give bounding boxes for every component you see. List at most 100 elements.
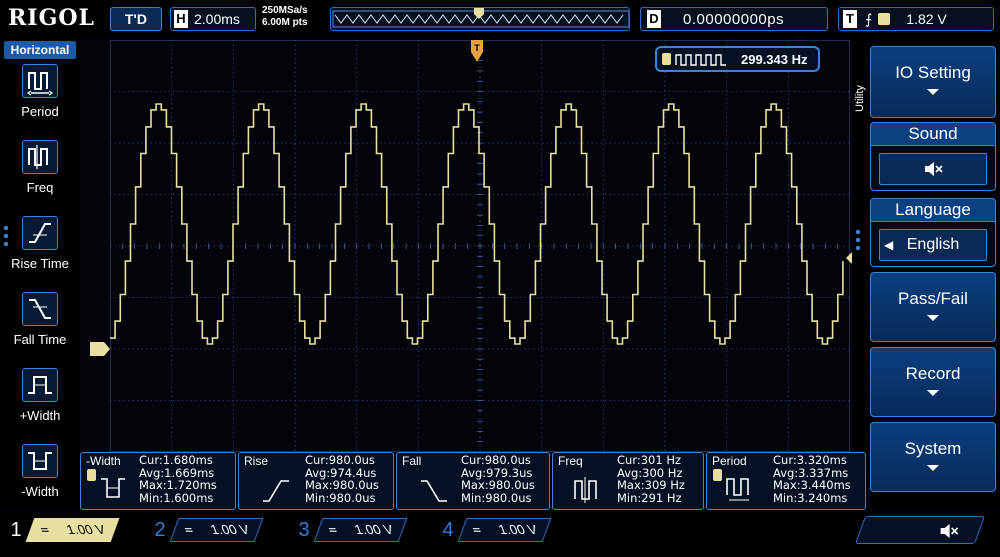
delay-value: 0.00000000ps <box>683 10 785 28</box>
channel-2-button[interactable]: 2 = 1.00 V <box>150 518 264 542</box>
chevron-left-icon: ◀ <box>884 238 894 252</box>
negative-width-icon <box>22 444 58 478</box>
coupling-icon: = <box>182 523 196 538</box>
sample-rate: 250MSa/s <box>262 5 308 16</box>
pass-fail-label: Pass/Fail <box>898 289 968 308</box>
measure-negative-width-button[interactable]: -Width <box>0 444 80 520</box>
trigger-level-display[interactable]: T ⨍ 1.82 V <box>838 7 994 31</box>
measurement-name: Rise <box>244 454 269 468</box>
measurement-maximum: Max:980.0us <box>461 478 535 492</box>
channel-1-scale: 1.00 V <box>64 522 108 537</box>
channel1-offset-marker-icon[interactable] <box>90 342 110 356</box>
rising-edge-icon: ⨍ <box>865 10 873 27</box>
period-icon <box>726 478 749 501</box>
utility-menu: Utility IO Setting Sound Language ◀ Engl… <box>852 38 1000 510</box>
square-wave-icon <box>675 54 726 66</box>
measure-positive-width-button[interactable]: +Width <box>0 368 80 444</box>
language-select[interactable]: ◀ English <box>879 229 987 261</box>
measurement-negative-width[interactable]: -Width Cur:1.680ms Avg:1.669ms Max:1.720… <box>80 452 236 510</box>
memory-depth: 6.00M pts <box>262 17 308 28</box>
coupling-icon: = <box>470 523 484 538</box>
negative-width-icon <box>101 478 125 498</box>
menu-page-dots-icon <box>3 225 9 247</box>
io-setting-label: IO Setting <box>895 63 971 82</box>
channel-3-scale: 1.00 V <box>352 522 396 537</box>
measure-fall-time-button[interactable]: Fall Time <box>0 292 80 368</box>
measure-frequency-label: Freq <box>26 180 54 195</box>
measure-fall-time-label: Fall Time <box>13 332 67 347</box>
measurement-current: Cur:980.0us <box>305 453 375 467</box>
oscilloscope-screen: RIGOL T'D H 2.00ms 250MSa/s 6.00M pts D … <box>0 0 1000 557</box>
measurement-name: Freq <box>558 454 583 468</box>
trigger-time-marker-icon[interactable]: T <box>470 40 484 64</box>
measurement-minimum: Min:3.240ms <box>773 490 848 505</box>
channel-3-button[interactable]: 3 = 1.00 V <box>294 518 408 542</box>
sound-label: Sound <box>870 122 996 146</box>
record-button[interactable]: Record <box>870 347 996 417</box>
speaker-muted-icon <box>940 524 959 538</box>
svg-text:T: T <box>474 43 480 53</box>
rise-time-icon <box>263 480 289 502</box>
positive-width-icon <box>22 368 58 402</box>
pass-fail-button[interactable]: Pass/Fail <box>870 272 996 342</box>
waveform-display[interactable] <box>110 40 850 452</box>
frequency-icon <box>22 140 58 174</box>
measurement-maximum: Max:980.0us <box>305 478 379 492</box>
trigger-tag: T <box>843 10 857 28</box>
channel-4-number: 4 <box>442 518 454 541</box>
trigger-position-marker-icon <box>474 8 484 19</box>
measurement-frequency[interactable]: Freq Cur:301 Hz Avg:300 Hz Max:309 Hz Mi… <box>552 452 704 510</box>
system-button[interactable]: System <box>870 422 996 492</box>
language-label: Language <box>870 198 996 222</box>
counter-value: 299.343 Hz <box>741 52 808 67</box>
measure-menu: Horizontal Period Freq Rise Time Fall Ti… <box>0 38 80 510</box>
brand-logo: RIGOL <box>8 5 95 31</box>
delay-display[interactable]: D 0.00000000ps <box>640 7 828 31</box>
measurement-maximum: Max:3.440ms <box>773 478 851 492</box>
measurement-minimum: Min:1.600ms <box>139 490 214 505</box>
measure-frequency-button[interactable]: Freq <box>0 140 80 216</box>
horizontal-scale-display[interactable]: H 2.00ms <box>170 7 256 31</box>
record-label: Record <box>905 364 961 383</box>
trigger-status[interactable]: T'D <box>110 7 162 31</box>
measure-positive-width-label: +Width <box>19 408 61 423</box>
rise-time-icon <box>22 216 58 250</box>
trigger-status-text: T'D <box>125 11 147 27</box>
measurement-current: Cur:1.680ms <box>139 453 213 467</box>
measurement-maximum: Max:309 Hz <box>617 478 685 492</box>
measure-period-button[interactable]: Period <box>0 64 80 140</box>
channel-1-button[interactable]: 1 = 1.00 V <box>6 518 120 542</box>
io-setting-button[interactable]: IO Setting <box>870 46 996 118</box>
measurement-maximum: Max:1.720ms <box>139 478 217 492</box>
trigger-level-value: 1.82 V <box>906 11 947 27</box>
measurement-fall-time[interactable]: Fall Cur:980.0us Avg:979.3us Max:980.0us… <box>396 452 550 510</box>
measurement-rise-time[interactable]: Rise Cur:980.0us Avg:974.4us Max:980.0us… <box>238 452 394 510</box>
sound-status-button[interactable] <box>854 516 986 544</box>
delay-tag: D <box>647 10 661 28</box>
horizontal-tag: H <box>174 10 188 28</box>
measurement-name: Period <box>712 454 747 468</box>
speaker-muted-icon <box>925 162 943 176</box>
measurement-period[interactable]: Period Cur:3.320ms Avg:3.337ms Max:3.440… <box>706 452 866 510</box>
frequency-counter[interactable]: 299.343 Hz <box>655 46 820 72</box>
memory-overview-bar[interactable] <box>330 7 630 31</box>
channel-bar: 1 = 1.00 V 2 = 1.00 V 3 = 1.00 V 4 = 1.00 V <box>0 512 1000 557</box>
measurement-current: Cur:980.0us <box>461 453 531 467</box>
measure-rise-time-button[interactable]: Rise Time <box>0 216 80 292</box>
measure-category-title[interactable]: Horizontal <box>4 41 76 59</box>
measurement-current: Cur:301 Hz <box>617 453 682 467</box>
measurement-name: Fall <box>402 454 422 468</box>
language-value: English <box>906 236 960 253</box>
coupling-icon: = <box>326 523 340 538</box>
sound-toggle[interactable] <box>879 153 987 185</box>
system-label: System <box>904 439 962 458</box>
measurement-current: Cur:3.320ms <box>773 453 847 467</box>
utility-section-label: Utility <box>854 85 866 112</box>
acquisition-info: 250MSa/s 6.00M pts <box>262 5 308 29</box>
channel-2-number: 2 <box>154 518 166 541</box>
chevron-down-icon <box>927 315 939 321</box>
sound-setting: Sound <box>870 122 996 191</box>
channel-4-button[interactable]: 4 = 1.00 V <box>438 518 552 542</box>
measure-period-label: Period <box>21 104 59 119</box>
channel-3-number: 3 <box>298 518 310 541</box>
